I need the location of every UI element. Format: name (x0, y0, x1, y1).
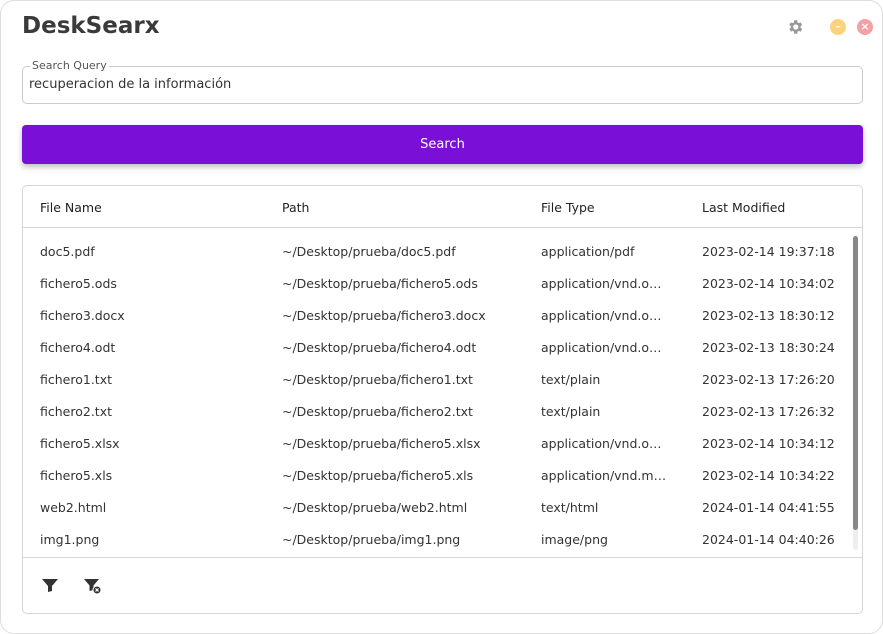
cell-file-name: img1.png (40, 532, 100, 547)
cell-path: ~/Desktop/prueba/fichero5.xlsx (282, 436, 481, 451)
search-input[interactable] (29, 77, 849, 92)
cell-file-name: doc5.pdf (40, 244, 95, 259)
results-table: File Name Path File Type Last Modified d… (22, 185, 863, 614)
cell-file-name: fichero1.txt (40, 372, 112, 387)
column-header-last-modified[interactable]: Last Modified (702, 200, 842, 215)
cell-file-type: text/plain (541, 372, 601, 387)
cell-file-type: application/vnd.ms-excel (541, 468, 669, 483)
cell-file-name: fichero3.docx (40, 308, 125, 323)
close-icon[interactable]: × (857, 19, 873, 35)
cell-last-modified: 2023-02-13 17:26:20 (702, 372, 835, 387)
cell-path: ~/Desktop/prueba/web2.html (282, 500, 468, 515)
cell-last-modified: 2024-01-14 04:41:55 (702, 500, 835, 515)
cell-file-name: fichero5.ods (40, 276, 117, 291)
cell-file-type: image/png (541, 532, 608, 547)
cell-file-type: application/vnd.oasis.opendocument.sprea… (541, 276, 669, 291)
table-row[interactable]: fichero1.txt ~/Desktop/prueba/fichero1.tx… (23, 364, 848, 396)
app-window: DeskSearx – × Search Query Search File N… (0, 0, 883, 634)
cell-path: ~/Desktop/prueba/fichero5.ods (282, 276, 478, 291)
cell-last-modified: 2023-02-13 17:26:32 (702, 404, 835, 419)
app-title: DeskSearx (22, 13, 160, 39)
column-header-file-type[interactable]: File Type (541, 200, 669, 215)
table-row[interactable]: fichero5.ods ~/Desktop/prueba/fichero5.od… (23, 268, 848, 300)
cell-file-type: application/vnd.oasis.opendocument.text (541, 340, 669, 355)
cell-file-type: text/html (541, 500, 599, 515)
table-row[interactable]: doc5.pdf ~/Desktop/prueba/doc5.pdf applica… (23, 236, 848, 268)
cell-last-modified: 2023-02-13 18:30:12 (702, 308, 835, 323)
cell-path: ~/Desktop/prueba/fichero1.txt (282, 372, 473, 387)
table-row[interactable]: fichero5.xlsx ~/Desktop/prueba/fichero5.x… (23, 428, 848, 460)
cell-path: ~/Desktop/prueba/fichero2.txt (282, 404, 473, 419)
cell-file-name: fichero5.xlsx (40, 436, 120, 451)
table-header: File Name Path File Type Last Modified (23, 186, 862, 228)
minimize-icon[interactable]: – (830, 19, 846, 35)
table-row[interactable]: fichero5.xls ~/Desktop/prueba/fichero5.xl… (23, 460, 848, 492)
column-header-path[interactable]: Path (282, 200, 532, 215)
search-query-label: Search Query (30, 59, 109, 72)
cell-last-modified: 2023-02-14 19:37:18 (702, 244, 835, 259)
table-row[interactable]: fichero4.odt ~/Desktop/prueba/fichero4.od… (23, 332, 848, 364)
cell-last-modified: 2023-02-14 10:34:12 (702, 436, 835, 451)
gear-icon[interactable] (786, 18, 804, 36)
filter-icon[interactable] (41, 576, 59, 594)
cell-path: ~/Desktop/prueba/fichero5.xls (282, 468, 474, 483)
cell-last-modified: 2023-02-13 18:30:24 (702, 340, 835, 355)
column-header-file-name[interactable]: File Name (40, 200, 270, 215)
cell-file-name: web2.html (40, 500, 107, 515)
cell-file-type: application/vnd.openxmlformats-officedoc… (541, 308, 669, 323)
cell-file-name: fichero2.txt (40, 404, 112, 419)
table-row[interactable]: fichero2.txt ~/Desktop/prueba/fichero2.tx… (23, 396, 848, 428)
cell-last-modified: 2023-02-14 10:34:22 (702, 468, 835, 483)
cell-path: ~/Desktop/prueba/doc5.pdf (282, 244, 456, 259)
search-query-field[interactable]: Search Query (22, 59, 863, 104)
cell-path: ~/Desktop/prueba/fichero4.odt (282, 340, 477, 355)
cell-file-type: application/pdf (541, 244, 635, 259)
table-row[interactable]: web2.html ~/Desktop/prueba/web2.html text/… (23, 492, 848, 524)
filter-remove-icon[interactable] (83, 576, 102, 595)
table-footer (23, 557, 862, 558)
cell-path: ~/Desktop/prueba/fichero3.docx (282, 308, 486, 323)
cell-file-type: application/vnd.openxmlformats-officedoc… (541, 436, 669, 451)
cell-file-type: text/plain (541, 404, 601, 419)
search-button[interactable]: Search (22, 125, 863, 164)
cell-last-modified: 2024-01-14 04:40:26 (702, 532, 835, 547)
table-row[interactable]: fichero3.docx ~/Desktop/prueba/fichero3.d… (23, 300, 848, 332)
scrollbar-thumb[interactable] (853, 236, 858, 530)
cell-last-modified: 2023-02-14 10:34:02 (702, 276, 835, 291)
cell-path: ~/Desktop/prueba/img1.png (282, 532, 461, 547)
table-row[interactable]: img1.png ~/Desktop/prueba/img1.png image/p… (23, 524, 848, 556)
cell-file-name: fichero4.odt (40, 340, 116, 355)
cell-file-name: fichero5.xls (40, 468, 113, 483)
